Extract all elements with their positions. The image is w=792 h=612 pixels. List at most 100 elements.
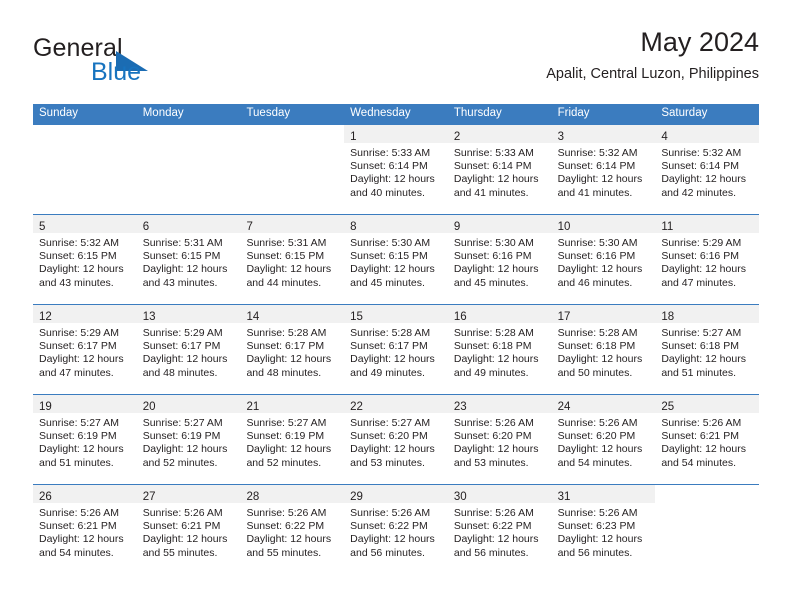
day-number: 10 [557, 221, 571, 233]
day-detail-line: Sunset: 6:15 PM [39, 250, 117, 263]
day-cell[interactable]: 24 Sunrise: 5:26 AM Sunset: 6:20 PM Dayligh… [551, 395, 656, 484]
calendar-week-row: 5 Sunrise: 5:32 AM Sunset: 6:15 PM Daylight… [33, 214, 760, 304]
day-number-band: 14 [240, 305, 345, 323]
day-cell[interactable]: 25 Sunrise: 5:26 AM Sunset: 6:21 PM Dayligh… [655, 395, 760, 484]
day-detail-line: Sunrise: 5:32 AM [39, 237, 119, 249]
day-cell[interactable]: 23 Sunrise: 5:26 AM Sunset: 6:20 PM Dayligh… [447, 395, 552, 484]
day-cell[interactable]: 12 Sunrise: 5:29 AM Sunset: 6:17 PM Dayligh… [33, 305, 137, 394]
day-details: Sunrise: 5:26 AM Sunset: 6:20 PM Daylight:… [552, 413, 656, 470]
day-cell[interactable]: 5 Sunrise: 5:32 AM Sunset: 6:15 PM Daylight… [33, 215, 137, 304]
weekday-header-friday: Friday [557, 107, 590, 119]
calendar-week-row: 19 Sunrise: 5:27 AM Sunset: 6:19 PM Dayligh… [33, 394, 760, 484]
day-detail-line: Daylight: 12 hours [453, 173, 539, 186]
day-number: 1 [350, 131, 357, 143]
day-cell[interactable]: 30 Sunrise: 5:26 AM Sunset: 6:22 PM Dayligh… [447, 485, 552, 574]
day-detail-line: Sunset: 6:16 PM [453, 250, 532, 263]
day-detail-line: Sunrise: 5:31 AM [246, 237, 327, 249]
day-number-band: 25 [655, 395, 760, 413]
day-cell[interactable]: 26 Sunrise: 5:26 AM Sunset: 6:21 PM Dayligh… [33, 485, 137, 574]
day-detail-line: and 50 minutes. [557, 366, 633, 379]
day-cell[interactable]: 21 Sunrise: 5:27 AM Sunset: 6:19 PM Dayligh… [240, 395, 345, 484]
day-number: 11 [661, 221, 674, 233]
day-detail-line: and 47 minutes. [661, 276, 737, 289]
day-detail-line: and 42 minutes. [661, 186, 737, 199]
day-details: Sunrise: 5:27 AM Sunset: 6:20 PM Daylight:… [344, 413, 448, 470]
day-cell[interactable]: 22 Sunrise: 5:27 AM Sunset: 6:20 PM Dayligh… [344, 395, 448, 484]
day-detail-line: Sunset: 6:19 PM [246, 430, 325, 443]
day-details: Sunrise: 5:32 AM Sunset: 6:15 PM Daylight:… [33, 233, 137, 290]
day-number-band: 28 [240, 485, 345, 503]
calendar-week-row: 26 Sunrise: 5:26 AM Sunset: 6:21 PM Dayligh… [33, 484, 759, 574]
day-number: 29 [350, 491, 363, 503]
day-cell[interactable]: 3 Sunrise: 5:32 AM Sunset: 6:14 PM Daylight… [551, 125, 656, 214]
day-number: 21 [246, 401, 260, 413]
day-detail-line: Sunset: 6:20 PM [350, 430, 428, 443]
day-details: Sunrise: 5:26 AM Sunset: 6:22 PM Daylight:… [344, 503, 448, 560]
title-block: May 2024 Apalit, Central Luzon, Philippi… [546, 28, 759, 83]
day-number: 8 [350, 221, 357, 233]
day-cell-empty [33, 125, 137, 214]
page-header: General Blue May 2024 Apalit, Central Lu… [33, 28, 759, 100]
day-detail-line: Sunrise: 5:30 AM [350, 237, 431, 249]
day-cell[interactable]: 17 Sunrise: 5:28 AM Sunset: 6:18 PM Dayligh… [551, 305, 656, 394]
day-detail-line: and 40 minutes. [350, 186, 425, 199]
day-detail-line: Sunrise: 5:32 AM [661, 147, 742, 159]
day-number: 31 [557, 491, 571, 503]
day-detail-line: and 41 minutes. [453, 186, 529, 199]
day-detail-line: Daylight: 12 hours [453, 533, 539, 546]
day-cell[interactable]: 1 Sunrise: 5:33 AM Sunset: 6:14 PM Daylight… [344, 125, 448, 214]
day-cell[interactable]: 2 Sunrise: 5:33 AM Sunset: 6:14 PM Daylight… [447, 125, 552, 214]
day-number-band: 11 [655, 215, 760, 233]
day-detail-line: Daylight: 12 hours [350, 533, 435, 546]
day-cell[interactable]: 16 Sunrise: 5:28 AM Sunset: 6:18 PM Dayligh… [447, 305, 552, 394]
day-cell[interactable]: 27 Sunrise: 5:26 AM Sunset: 6:21 PM Dayligh… [136, 485, 241, 574]
day-cell[interactable]: 31 Sunrise: 5:26 AM Sunset: 6:23 PM Dayligh… [551, 485, 656, 574]
day-detail-line: and 55 minutes. [142, 546, 218, 559]
day-number: 27 [142, 491, 156, 503]
day-cell[interactable]: 8 Sunrise: 5:30 AM Sunset: 6:15 PM Daylight… [344, 215, 448, 304]
day-detail-line: Daylight: 12 hours [453, 353, 539, 366]
day-detail-line: Sunset: 6:15 PM [246, 250, 325, 263]
day-details: Sunrise: 5:28 AM Sunset: 6:17 PM Daylight:… [240, 323, 344, 380]
day-number-band: 5 [33, 215, 137, 233]
day-cell[interactable]: 10 Sunrise: 5:30 AM Sunset: 6:16 PM Dayligh… [551, 215, 656, 304]
day-cell[interactable]: 7 Sunrise: 5:31 AM Sunset: 6:15 PM Daylight… [240, 215, 345, 304]
day-cell[interactable]: 14 Sunrise: 5:28 AM Sunset: 6:17 PM Dayligh… [240, 305, 345, 394]
day-cell[interactable]: 9 Sunrise: 5:30 AM Sunset: 6:16 PM Daylight… [447, 215, 552, 304]
day-number-band: 1 [344, 125, 448, 143]
day-cell[interactable]: 29 Sunrise: 5:26 AM Sunset: 6:22 PM Dayligh… [344, 485, 448, 574]
day-cell-empty [137, 125, 241, 214]
day-number-band: 29 [344, 485, 448, 503]
day-number-band: 8 [344, 215, 448, 233]
day-number-band: 16 [447, 305, 552, 323]
day-cell[interactable]: 28 Sunrise: 5:26 AM Sunset: 6:22 PM Dayligh… [240, 485, 345, 574]
day-details: Sunrise: 5:28 AM Sunset: 6:18 PM Daylight:… [448, 323, 552, 380]
day-detail-line: Sunset: 6:18 PM [557, 340, 636, 353]
day-cell[interactable]: 19 Sunrise: 5:27 AM Sunset: 6:19 PM Dayligh… [33, 395, 137, 484]
day-detail-line: and 56 minutes. [453, 546, 529, 559]
day-detail-line: Sunrise: 5:26 AM [142, 507, 223, 519]
day-detail-line: Daylight: 12 hours [246, 443, 332, 456]
day-cell[interactable]: 18 Sunrise: 5:27 AM Sunset: 6:18 PM Dayligh… [655, 305, 760, 394]
day-details: Sunrise: 5:27 AM Sunset: 6:19 PM Daylight:… [33, 413, 137, 470]
day-number-band [137, 125, 241, 143]
day-detail-line: Sunset: 6:16 PM [661, 250, 739, 263]
day-cell[interactable]: 20 Sunrise: 5:27 AM Sunset: 6:19 PM Dayligh… [136, 395, 241, 484]
day-number: 22 [350, 401, 363, 413]
day-detail-line: Sunrise: 5:27 AM [39, 417, 119, 429]
day-cell[interactable]: 6 Sunrise: 5:31 AM Sunset: 6:15 PM Daylight… [136, 215, 241, 304]
day-cell[interactable]: 15 Sunrise: 5:28 AM Sunset: 6:17 PM Dayligh… [344, 305, 448, 394]
day-cell[interactable]: 11 Sunrise: 5:29 AM Sunset: 6:16 PM Dayligh… [655, 215, 760, 304]
day-detail-line: Sunset: 6:14 PM [661, 160, 739, 173]
brand-logo[interactable]: General Blue [33, 36, 253, 94]
day-number: 30 [453, 491, 467, 503]
day-detail-line: Sunrise: 5:26 AM [661, 417, 742, 429]
day-number: 7 [246, 221, 253, 233]
day-detail-line: Sunset: 6:14 PM [557, 160, 636, 173]
day-cell[interactable]: 13 Sunrise: 5:29 AM Sunset: 6:17 PM Dayligh… [136, 305, 241, 394]
day-cell[interactable]: 4 Sunrise: 5:32 AM Sunset: 6:14 PM Daylight… [655, 125, 760, 214]
day-detail-line: and 47 minutes. [39, 366, 114, 379]
day-details: Sunrise: 5:27 AM Sunset: 6:19 PM Daylight:… [240, 413, 344, 470]
day-detail-line: Daylight: 12 hours [350, 173, 435, 186]
day-detail-line: Daylight: 12 hours [142, 263, 228, 276]
